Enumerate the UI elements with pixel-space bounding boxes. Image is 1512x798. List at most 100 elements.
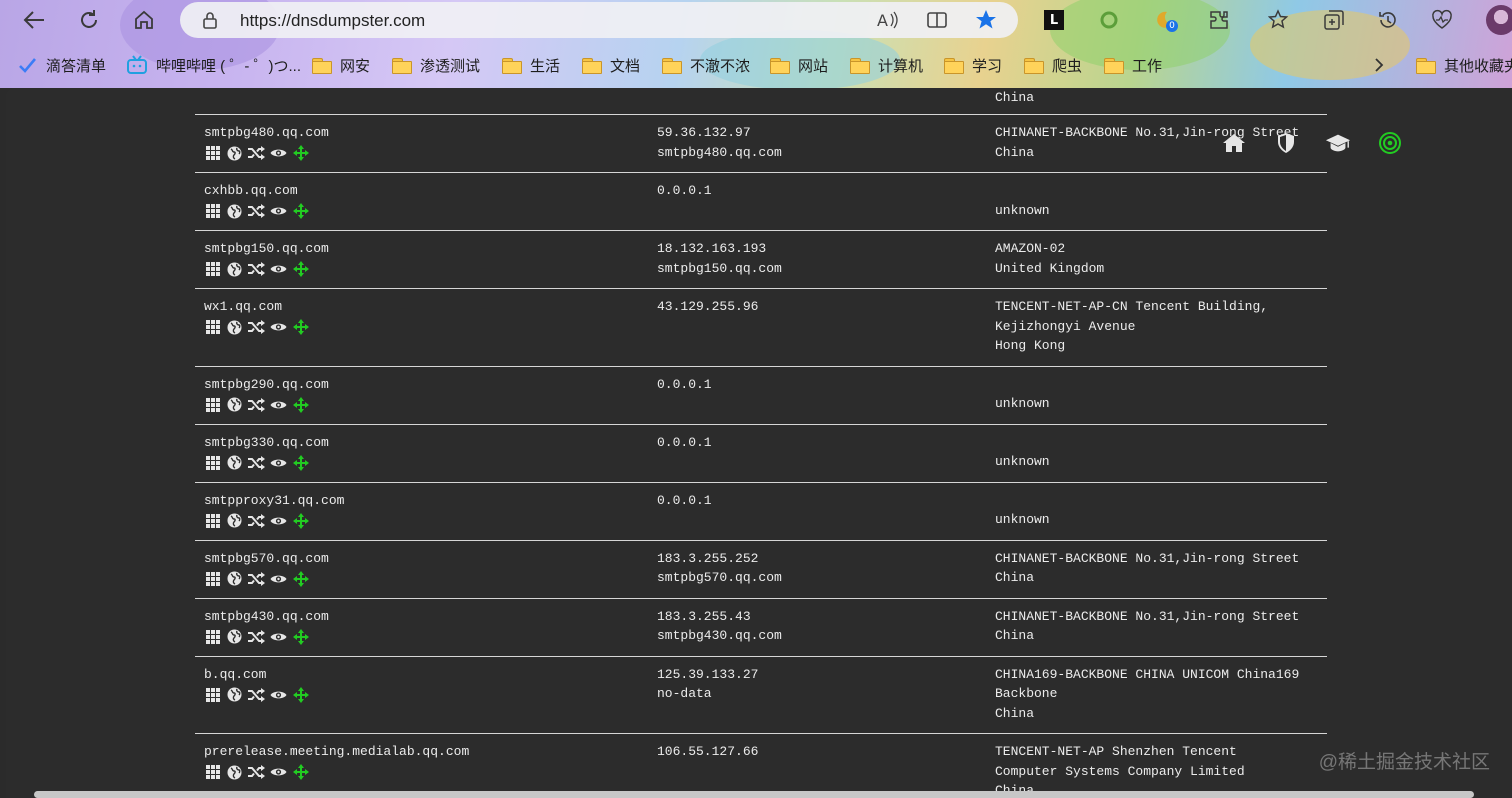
horizontal-scrollbar[interactable] <box>34 791 1474 798</box>
globe-icon[interactable] <box>226 629 243 645</box>
eye-icon[interactable] <box>270 261 287 277</box>
favorite-star-icon[interactable] <box>974 8 998 32</box>
bookmark-folder[interactable]: 网站 <box>770 54 828 76</box>
bookmark-item[interactable]: 滴答清单 <box>16 54 106 76</box>
crosshair-icon[interactable] <box>292 686 309 703</box>
grid-icon[interactable] <box>204 629 221 645</box>
grid-icon[interactable] <box>204 261 221 277</box>
crosshair-icon[interactable] <box>292 628 309 645</box>
home-nav-button[interactable] <box>1221 130 1247 156</box>
bookmarks-overflow-button[interactable] <box>1372 54 1386 76</box>
grid-icon[interactable] <box>204 319 221 335</box>
shuffle-icon[interactable] <box>248 319 265 335</box>
home-button[interactable] <box>130 6 158 34</box>
crosshair-icon[interactable] <box>292 764 309 780</box>
crosshair-icon[interactable] <box>292 570 309 587</box>
asn-line: AMAZON-02 <box>995 241 1066 256</box>
shuffle-icon[interactable] <box>248 513 265 529</box>
history-button[interactable] <box>1374 6 1402 34</box>
globe-icon[interactable] <box>226 397 243 413</box>
bookmark-folder[interactable]: 学习 <box>944 54 1002 76</box>
bookmark-label: 工作 <box>1132 57 1163 75</box>
bookmark-folder[interactable]: 不澈不浓 <box>662 54 750 76</box>
ip-cell: 43.129.255.96 <box>657 297 758 336</box>
shuffle-icon[interactable] <box>248 145 265 161</box>
ip-cell: 125.39.133.27 no-data <box>657 665 758 704</box>
reverse-dns: smtpbg480.qq.com <box>657 144 782 160</box>
crosshair-icon[interactable] <box>292 396 309 413</box>
grid-icon[interactable] <box>204 571 221 587</box>
eye-icon[interactable] <box>270 203 287 219</box>
bookmark-folder[interactable]: 爬虫 <box>1024 54 1082 76</box>
bookmark-folder[interactable]: 工作 <box>1104 54 1162 76</box>
favorites-button[interactable] <box>1265 6 1293 34</box>
shuffle-icon[interactable] <box>248 764 265 780</box>
extensions-button[interactable] <box>1205 6 1233 34</box>
bookmark-folder[interactable]: 计算机 <box>850 54 923 76</box>
globe-icon[interactable] <box>226 513 243 529</box>
eye-icon[interactable] <box>270 319 287 335</box>
crosshair-icon[interactable] <box>292 145 309 161</box>
shuffle-icon[interactable] <box>248 261 265 277</box>
shuffle-icon[interactable] <box>248 571 265 587</box>
globe-icon[interactable] <box>226 319 243 335</box>
learn-nav-button[interactable] <box>1325 130 1351 156</box>
globe-icon[interactable] <box>226 261 243 277</box>
bookmark-item[interactable]: 哔哩哔哩 ( ゜- ゜)つ... <box>126 54 301 76</box>
eye-icon[interactable] <box>270 397 287 413</box>
bookmark-folder[interactable]: 渗透测试 <box>392 54 480 76</box>
shuffle-icon[interactable] <box>248 687 265 703</box>
shuffle-icon[interactable] <box>248 629 265 645</box>
eye-icon[interactable] <box>270 687 287 703</box>
ip-cell: 0.0.0.1 <box>657 375 712 414</box>
target-nav-button[interactable] <box>1377 130 1403 156</box>
crosshair-icon[interactable] <box>292 319 309 335</box>
grid-icon[interactable] <box>204 764 221 780</box>
grid-icon[interactable] <box>204 455 221 471</box>
table-row: smtpbg480.qq.com 59.36.132.97 smtpbg480.q… <box>195 114 1327 172</box>
crosshair-icon[interactable] <box>292 203 309 219</box>
address-bar[interactable]: https://dnsdumpster.com A <box>180 2 1018 38</box>
shuffle-icon[interactable] <box>248 203 265 219</box>
reverse-dns <box>657 394 712 414</box>
globe-icon[interactable] <box>226 203 243 219</box>
reload-button[interactable] <box>75 6 103 34</box>
ip-address: 0.0.0.1 <box>657 376 712 392</box>
globe-icon[interactable] <box>226 145 243 161</box>
extension-badge-button[interactable]: 0 <box>1150 6 1178 34</box>
eye-icon[interactable] <box>270 629 287 645</box>
bookmark-folder[interactable]: 文档 <box>582 54 640 76</box>
eye-icon[interactable] <box>270 145 287 161</box>
eye-icon[interactable] <box>270 513 287 529</box>
grid-icon[interactable] <box>204 145 221 161</box>
read-aloud-icon[interactable]: A <box>877 10 899 30</box>
performance-button[interactable] <box>1428 6 1456 34</box>
shield-nav-button[interactable] <box>1273 130 1299 156</box>
back-button[interactable] <box>20 6 48 34</box>
grid-icon[interactable] <box>204 513 221 529</box>
globe-icon[interactable] <box>226 571 243 587</box>
extension-l-button[interactable]: L <box>1040 6 1068 34</box>
globe-icon[interactable] <box>226 764 243 780</box>
collections-button[interactable] <box>1320 6 1348 34</box>
split-screen-icon[interactable] <box>926 11 948 29</box>
shuffle-icon[interactable] <box>248 397 265 413</box>
grid-icon[interactable] <box>204 203 221 219</box>
extension-circle-button[interactable] <box>1095 6 1123 34</box>
folder-icon <box>1104 57 1124 74</box>
grid-icon[interactable] <box>204 687 221 703</box>
crosshair-icon[interactable] <box>292 261 309 277</box>
globe-icon[interactable] <box>226 455 243 471</box>
crosshair-icon[interactable] <box>292 512 309 529</box>
eye-icon[interactable] <box>270 764 287 780</box>
profile-avatar[interactable] <box>1486 5 1512 35</box>
grid-icon[interactable] <box>204 397 221 413</box>
eye-icon[interactable] <box>270 571 287 587</box>
bookmark-folder[interactable]: 网安 <box>312 54 370 76</box>
bookmark-folder[interactable]: 生活 <box>502 54 560 76</box>
eye-icon[interactable] <box>270 455 287 471</box>
globe-icon[interactable] <box>226 687 243 703</box>
other-bookmarks-folder[interactable]: 其他收藏夹 <box>1416 54 1512 76</box>
shuffle-icon[interactable] <box>248 455 265 471</box>
crosshair-icon[interactable] <box>292 454 309 471</box>
